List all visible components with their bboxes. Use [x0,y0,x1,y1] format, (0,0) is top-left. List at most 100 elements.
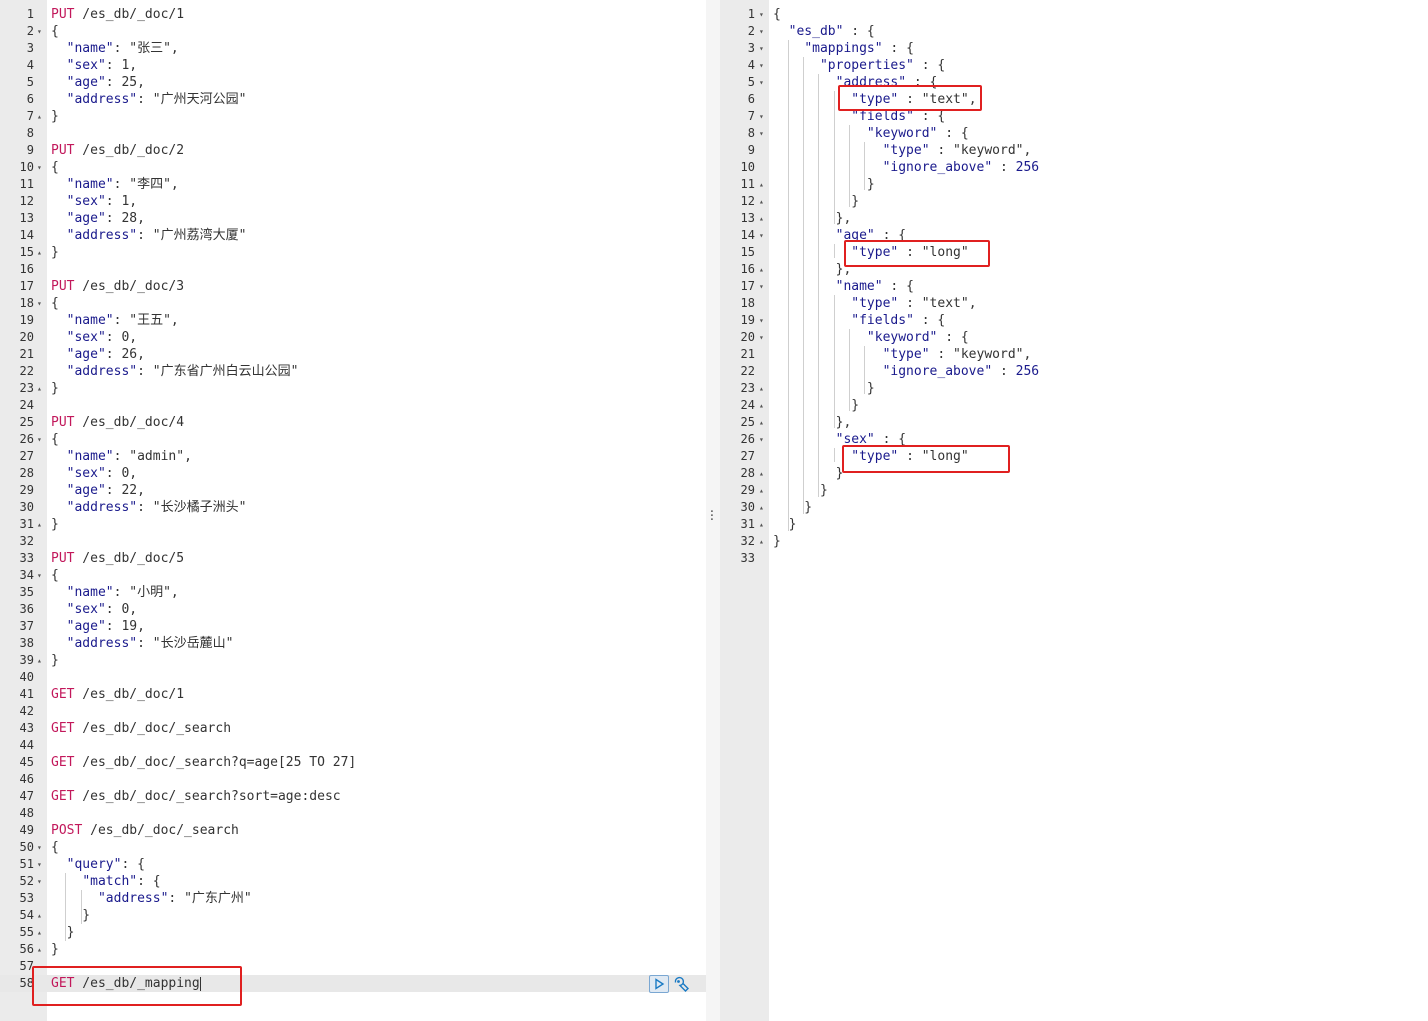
fold-expanded-icon[interactable]: ▾ [759,329,764,346]
fold-end-icon[interactable]: ▴ [759,516,764,533]
request-line[interactable]: 22 "address": "广东省广州白云山公园" [0,363,706,380]
request-line[interactable]: 13 "age": 28, [0,210,706,227]
request-line[interactable]: 29 "age": 22, [0,482,706,499]
request-line[interactable]: 47 GET /es_db/_doc/_search?sort=age:desc [0,788,706,805]
fold-expanded-icon[interactable]: ▾ [37,567,42,584]
request-settings-button[interactable] [672,975,690,993]
request-line[interactable]: 52 ▾ "match": { [0,873,706,890]
fold-expanded-icon[interactable]: ▾ [759,74,764,91]
vertical-ellipsis-icon[interactable]: · · · [709,506,715,527]
request-line[interactable]: 11 "name": "李四", [0,176,706,193]
request-line[interactable]: 14 "address": "广州荔湾大厦" [0,227,706,244]
request-line[interactable]: 53 "address": "广东广州" [0,890,706,907]
fold-end-icon[interactable]: ▴ [759,380,764,397]
fold-expanded-icon[interactable]: ▾ [759,40,764,57]
fold-end-icon[interactable]: ▴ [37,244,42,261]
request-line[interactable]: 1 PUT /es_db/_doc/1 [0,6,706,23]
request-line[interactable]: 31 ▴} [0,516,706,533]
request-line[interactable]: 35 "name": "小明", [0,584,706,601]
request-line[interactable]: 25 PUT /es_db/_doc/4 [0,414,706,431]
fold-expanded-icon[interactable]: ▾ [759,108,764,125]
request-line[interactable]: 39 ▴} [0,652,706,669]
fold-expanded-icon[interactable]: ▾ [759,227,764,244]
fold-end-icon[interactable]: ▴ [37,652,42,669]
request-line[interactable]: 37 "age": 19, [0,618,706,635]
fold-end-icon[interactable]: ▴ [37,907,42,924]
fold-expanded-icon[interactable]: ▾ [37,856,42,873]
request-line[interactable]: 34 ▾ { [0,567,706,584]
fold-end-icon[interactable]: ▴ [37,108,42,125]
fold-end-icon[interactable]: ▴ [37,941,42,958]
fold-expanded-icon[interactable]: ▾ [37,873,42,890]
request-editor[interactable]: 1 PUT /es_db/_doc/1 2 ▾{3 "name": "张三", 4 "s… [0,0,706,1021]
request-line[interactable]: 2 ▾ { [0,23,706,40]
fold-end-icon[interactable]: ▴ [37,924,42,941]
fold-end-icon[interactable]: ▴ [759,465,764,482]
fold-expanded-icon[interactable]: ▾ [37,839,42,856]
fold-end-icon[interactable]: ▴ [37,380,42,397]
request-line[interactable]: 20 "sex": 0, [0,329,706,346]
fold-end-icon[interactable]: ▴ [759,176,764,193]
request-line[interactable]: 24 [0,397,706,414]
fold-expanded-icon[interactable]: ▾ [759,431,764,448]
request-line[interactable]: 54 ▴ } [0,907,706,924]
request-line[interactable]: 3 "name": "张三", [0,40,706,57]
fold-end-icon[interactable]: ▴ [37,516,42,533]
request-line[interactable]: 15 ▴} [0,244,706,261]
request-line[interactable]: 33 PUT /es_db/_doc/5 [0,550,706,567]
request-line[interactable]: 4 "sex": 1, [0,57,706,74]
fold-end-icon[interactable]: ▴ [759,193,764,210]
request-line[interactable]: 50 ▾ { [0,839,706,856]
request-line[interactable]: 44 [0,737,706,754]
request-line[interactable]: 51 ▾ "query": { [0,856,706,873]
request-line[interactable]: 7 ▴} [0,108,706,125]
request-line[interactable]: 16 [0,261,706,278]
request-line[interactable]: 21 "age": 26, [0,346,706,363]
request-line[interactable]: 5 "age": 25, [0,74,706,91]
request-line[interactable]: 12 "sex": 1, [0,193,706,210]
request-line[interactable]: 17 PUT /es_db/_doc/3 [0,278,706,295]
request-line[interactable]: 46 [0,771,706,788]
request-line[interactable]: 32 [0,533,706,550]
request-line[interactable]: 18 ▾ { [0,295,706,312]
fold-expanded-icon[interactable]: ▾ [37,23,42,40]
request-line[interactable]: 36 "sex": 0, [0,601,706,618]
request-line[interactable]: 19 "name": "王五", [0,312,706,329]
request-line[interactable]: 30 "address": "长沙橘子洲头" [0,499,706,516]
fold-end-icon[interactable]: ▴ [759,397,764,414]
request-line[interactable]: 48 [0,805,706,822]
fold-expanded-icon[interactable]: ▾ [759,278,764,295]
fold-end-icon[interactable]: ▴ [759,533,764,550]
request-line[interactable]: 8 [0,125,706,142]
fold-expanded-icon[interactable]: ▾ [759,57,764,74]
request-line[interactable]: 38 "address": "长沙岳麓山" [0,635,706,652]
request-line[interactable]: 23 ▴} [0,380,706,397]
request-line[interactable]: 6 "address": "广州天河公园" [0,91,706,108]
request-line[interactable]: 10 ▾ { [0,159,706,176]
fold-expanded-icon[interactable]: ▾ [37,295,42,312]
request-line[interactable]: 49 POST /es_db/_doc/_search [0,822,706,839]
fold-expanded-icon[interactable]: ▾ [37,431,42,448]
request-line[interactable]: 9 PUT /es_db/_doc/2 [0,142,706,159]
fold-expanded-icon[interactable]: ▾ [759,312,764,329]
fold-expanded-icon[interactable]: ▾ [37,159,42,176]
request-line[interactable]: 41 GET /es_db/_doc/1 [0,686,706,703]
fold-end-icon[interactable]: ▴ [759,499,764,516]
fold-expanded-icon[interactable]: ▾ [759,6,764,23]
fold-end-icon[interactable]: ▴ [759,261,764,278]
request-line[interactable]: 45 GET /es_db/_doc/_search?q=age[25 TO 27… [0,754,706,771]
request-line[interactable]: 28 "sex": 0, [0,465,706,482]
fold-expanded-icon[interactable]: ▾ [759,23,764,40]
request-line[interactable]: 55 ▴ } [0,924,706,941]
request-line[interactable]: 40 [0,669,706,686]
fold-end-icon[interactable]: ▴ [759,414,764,431]
fold-end-icon[interactable]: ▴ [759,210,764,227]
fold-expanded-icon[interactable]: ▾ [759,125,764,142]
request-lines[interactable]: 1 PUT /es_db/_doc/1 2 ▾{3 "name": "张三", 4 "s… [0,6,706,992]
fold-end-icon[interactable]: ▴ [759,482,764,499]
request-line[interactable]: 42 [0,703,706,720]
request-line[interactable]: 27 "name": "admin", [0,448,706,465]
request-line[interactable]: 43 GET /es_db/_doc/_search [0,720,706,737]
run-request-button[interactable] [649,975,669,993]
request-line[interactable]: 26 ▾ { [0,431,706,448]
